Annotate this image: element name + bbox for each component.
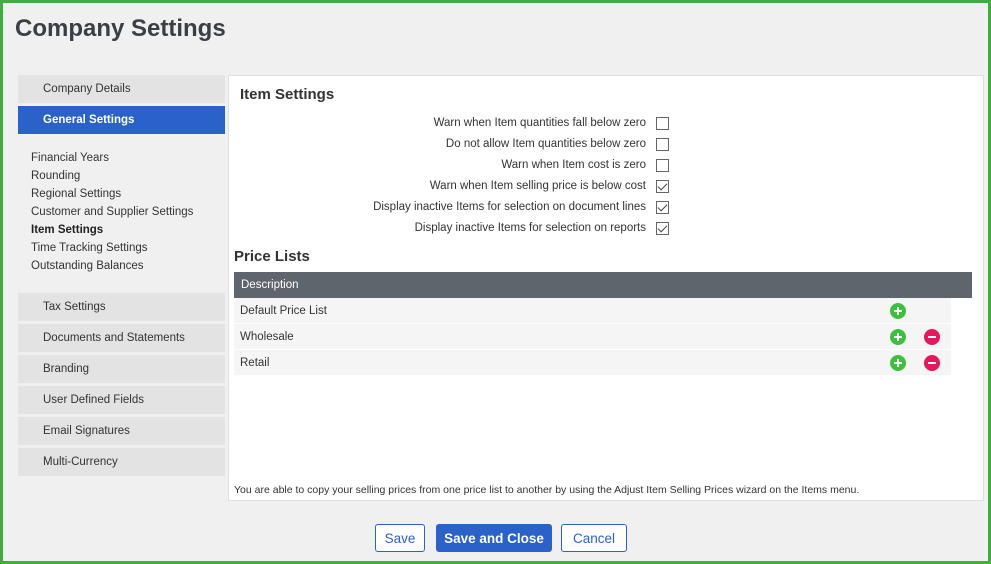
sidebar-item-documents-statements[interactable]: Documents and Statements bbox=[18, 324, 225, 352]
submenu-item-item-settings[interactable]: Item Settings bbox=[31, 221, 225, 239]
checkbox-inactive-reports[interactable] bbox=[656, 221, 669, 235]
add-icon[interactable] bbox=[890, 303, 906, 319]
remove-icon[interactable] bbox=[924, 355, 940, 371]
price-list-name: Wholesale bbox=[240, 330, 294, 343]
add-icon[interactable] bbox=[890, 355, 906, 371]
setting-row-warn-price-below-cost: Warn when Item selling price is below co… bbox=[229, 178, 669, 194]
price-list-name: Retail bbox=[240, 356, 270, 369]
checkbox-warn-qty-below-zero[interactable] bbox=[656, 116, 669, 130]
setting-label: Display inactive Items for selection on … bbox=[373, 201, 646, 213]
sidebar-item-branding[interactable]: Branding bbox=[18, 355, 225, 383]
window-frame: Company Settings Company Details General… bbox=[0, 0, 991, 564]
price-lists-footnote: You are able to copy your selling prices… bbox=[234, 484, 860, 496]
save-and-close-button[interactable]: Save and Close bbox=[436, 524, 552, 552]
sidebar: Company Details General Settings Financi… bbox=[18, 75, 225, 479]
table-row[interactable]: Retail bbox=[234, 350, 951, 376]
setting-label: Warn when Item cost is zero bbox=[501, 159, 646, 171]
submenu-item-time-tracking-settings[interactable]: Time Tracking Settings bbox=[31, 239, 225, 257]
table-header-description: Description bbox=[234, 272, 972, 298]
setting-label: Warn when Item selling price is below co… bbox=[429, 180, 646, 192]
save-button[interactable]: Save bbox=[375, 524, 425, 552]
cancel-button[interactable]: Cancel bbox=[561, 524, 627, 552]
sidebar-item-company-details[interactable]: Company Details bbox=[18, 75, 225, 103]
remove-icon[interactable] bbox=[924, 329, 940, 345]
sidebar-item-tax-settings[interactable]: Tax Settings bbox=[18, 293, 225, 321]
sidebar-item-general-settings[interactable]: General Settings bbox=[18, 106, 225, 134]
add-icon[interactable] bbox=[890, 329, 906, 345]
setting-row-disallow-qty-below-zero: Do not allow Item quantities below zero bbox=[229, 136, 669, 152]
setting-label: Do not allow Item quantities below zero bbox=[445, 138, 646, 150]
table-row[interactable]: Wholesale bbox=[234, 324, 951, 350]
checkbox-warn-price-below-cost[interactable] bbox=[656, 179, 669, 193]
page-title: Company Settings bbox=[15, 15, 226, 42]
setting-label: Warn when Item quantities fall below zer… bbox=[433, 117, 646, 129]
sidebar-item-email-signatures[interactable]: Email Signatures bbox=[18, 417, 225, 445]
price-lists-table: Description Default Price List Wholesale… bbox=[234, 272, 972, 376]
submenu-item-regional-settings[interactable]: Regional Settings bbox=[31, 185, 225, 203]
price-lists-title: Price Lists bbox=[234, 248, 310, 265]
price-list-name: Default Price List bbox=[240, 304, 327, 317]
checkbox-inactive-document-lines[interactable] bbox=[656, 200, 669, 214]
settings-panel: Item Settings Warn when Item quantities … bbox=[228, 75, 984, 501]
sidebar-item-multi-currency[interactable]: Multi-Currency bbox=[18, 448, 225, 476]
setting-row-inactive-document-lines: Display inactive Items for selection on … bbox=[229, 199, 669, 215]
setting-row-warn-qty-below-zero: Warn when Item quantities fall below zer… bbox=[229, 115, 669, 131]
submenu-item-rounding[interactable]: Rounding bbox=[31, 167, 225, 185]
checkbox-warn-cost-zero[interactable] bbox=[656, 158, 669, 172]
item-settings-title: Item Settings bbox=[240, 86, 335, 103]
setting-row-warn-cost-zero: Warn when Item cost is zero bbox=[229, 157, 669, 173]
checkbox-disallow-qty-below-zero[interactable] bbox=[656, 137, 669, 151]
setting-label: Display inactive Items for selection on … bbox=[414, 222, 646, 234]
table-row[interactable]: Default Price List bbox=[234, 298, 951, 324]
submenu-item-outstanding-balances[interactable]: Outstanding Balances bbox=[31, 257, 225, 275]
sidebar-item-user-defined-fields[interactable]: User Defined Fields bbox=[18, 386, 225, 414]
submenu-item-customer-supplier-settings[interactable]: Customer and Supplier Settings bbox=[31, 203, 225, 221]
submenu-item-financial-years[interactable]: Financial Years bbox=[31, 149, 225, 167]
general-settings-submenu: Financial Years Rounding Regional Settin… bbox=[18, 137, 225, 287]
setting-row-inactive-reports: Display inactive Items for selection on … bbox=[229, 220, 669, 236]
